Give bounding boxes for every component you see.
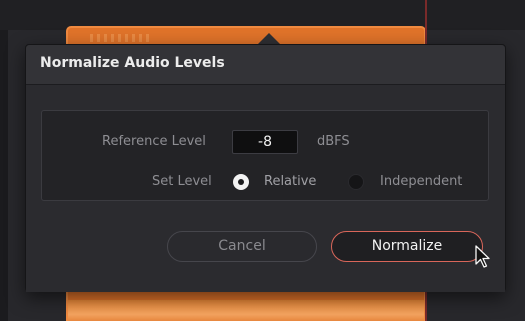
settings-panel: Reference Level dBFS Set Level Relative … (41, 110, 489, 201)
reference-level-unit: dBFS (317, 134, 350, 149)
dialog-body: Reference Level dBFS Set Level Relative … (26, 85, 505, 292)
normalize-button[interactable]: Normalize (331, 231, 483, 262)
timeline-track-header (0, 30, 8, 321)
normalize-audio-dialog: Normalize Audio Levels Reference Level d… (25, 44, 506, 292)
dialog-pointer (258, 33, 280, 44)
reference-level-label: Reference Level (102, 134, 206, 149)
independent-radio[interactable] (348, 174, 364, 190)
clip-waveform (68, 300, 424, 321)
dialog-header: Normalize Audio Levels (26, 45, 505, 85)
relative-radio-label[interactable]: Relative (264, 174, 316, 189)
set-level-label: Set Level (152, 174, 212, 189)
dialog-title: Normalize Audio Levels (40, 55, 225, 71)
mouse-pointer-icon (475, 245, 490, 268)
reference-level-input[interactable] (232, 130, 298, 154)
relative-radio[interactable] (233, 174, 249, 190)
clip-waveform-strip (90, 34, 150, 42)
independent-radio-label[interactable]: Independent (380, 174, 462, 189)
screen: Normalize Audio Levels Reference Level d… (0, 0, 525, 321)
cancel-button[interactable]: Cancel (167, 231, 317, 262)
